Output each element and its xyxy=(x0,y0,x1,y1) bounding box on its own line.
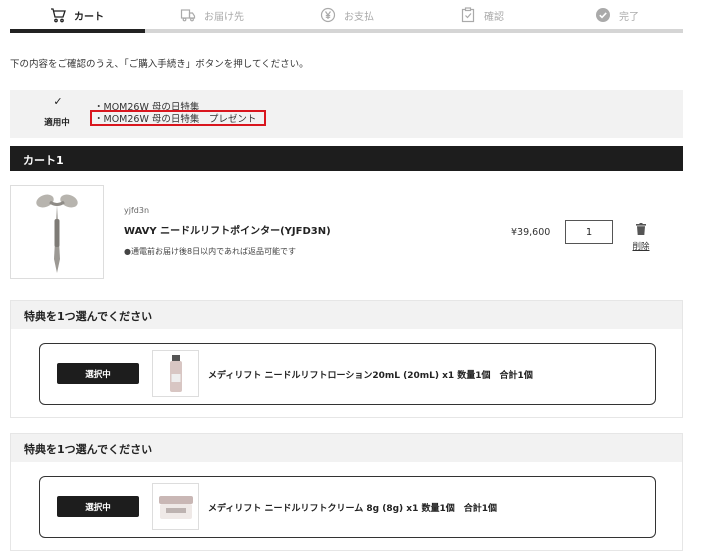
benefit-section: 特典を1つ選んでください 選択中 メディリフト ニードルリフトクリーム 8g (… xyxy=(10,433,683,551)
step-payment: お支払 xyxy=(320,5,374,25)
benefit-item-text: メディリフト ニードルリフトクリーム 8g (8g) x1 数量1個 合計1個 xyxy=(208,504,497,514)
step-cart: カート xyxy=(50,5,104,25)
benefit-item-text: メディリフト ニードルリフトローション20mL (20mL) x1 数量1個 合… xyxy=(208,371,533,381)
cart-icon xyxy=(51,8,66,23)
clipboard-check-icon xyxy=(461,7,475,23)
cart-header: カート1 xyxy=(10,146,683,171)
benefit-title: 特典を1つ選んでください xyxy=(11,301,682,329)
step-label: お届け先 xyxy=(204,11,244,23)
benefit-option[interactable]: 選択中 メディリフト ニードルリフトローション20mL (20mL) x1 数量… xyxy=(39,343,656,405)
step-label: お支払 xyxy=(344,11,374,23)
step-delivery: お届け先 xyxy=(180,5,244,25)
check-circle-icon xyxy=(596,8,610,22)
checkmark-icon: ✓ xyxy=(53,95,63,108)
product-note: ●通電前お届け後8日以内であれば返品可能です xyxy=(124,247,296,256)
delete-label: 削除 xyxy=(632,242,650,252)
intro-text: 下の内容をご確認のうえ、「ご購入手続き」ボタンを押してください。 xyxy=(10,59,309,70)
product-name[interactable]: WAVY ニードルリフトポインター(YJFD3N) xyxy=(124,222,331,237)
delete-button[interactable]: 削除 xyxy=(628,220,654,252)
product-price: ¥39,600 xyxy=(511,227,551,238)
benefit-image xyxy=(152,483,199,530)
product-code: yjfd3n xyxy=(124,206,150,215)
select-button[interactable]: 選択中 xyxy=(57,363,139,384)
coupon-item: ・MOM26W 母の日特集 プレゼント xyxy=(94,114,257,125)
checkout-steps: カート お届け先 お支払 確認 完了 xyxy=(10,0,683,34)
quantity-input[interactable] xyxy=(565,220,613,244)
step-label: 完了 xyxy=(619,11,639,23)
step-confirm: 確認 xyxy=(460,5,504,25)
benefit-title: 特典を1つ選んでください xyxy=(11,434,682,462)
benefit-image xyxy=(152,350,199,397)
step-complete: 完了 xyxy=(595,5,639,25)
select-button[interactable]: 選択中 xyxy=(57,496,139,517)
steps-progress-fill xyxy=(10,29,145,33)
benefit-section: 特典を1つ選んでください 選択中 メディリフト ニードルリフトローション20mL… xyxy=(10,300,683,418)
cream-jar-icon xyxy=(158,495,193,519)
benefit-option[interactable]: 選択中 メディリフト ニードルリフトクリーム 8g (8g) x1 数量1個 合… xyxy=(39,476,656,538)
yen-icon xyxy=(320,7,336,23)
truck-icon xyxy=(180,9,196,22)
coupon-status: 適用中 xyxy=(44,118,70,128)
coupon-box: ✓ 適用中 ・MOM26W 母の日特集 ・MOM26W 母の日特集 プレゼント xyxy=(10,90,683,138)
product-image[interactable] xyxy=(10,185,104,279)
face-roller-icon xyxy=(36,194,78,273)
step-label: カート xyxy=(74,11,104,23)
trash-icon xyxy=(636,223,646,235)
step-label: 確認 xyxy=(484,11,504,23)
lotion-bottle-icon xyxy=(169,354,182,392)
steps-progress-bar xyxy=(10,29,683,33)
